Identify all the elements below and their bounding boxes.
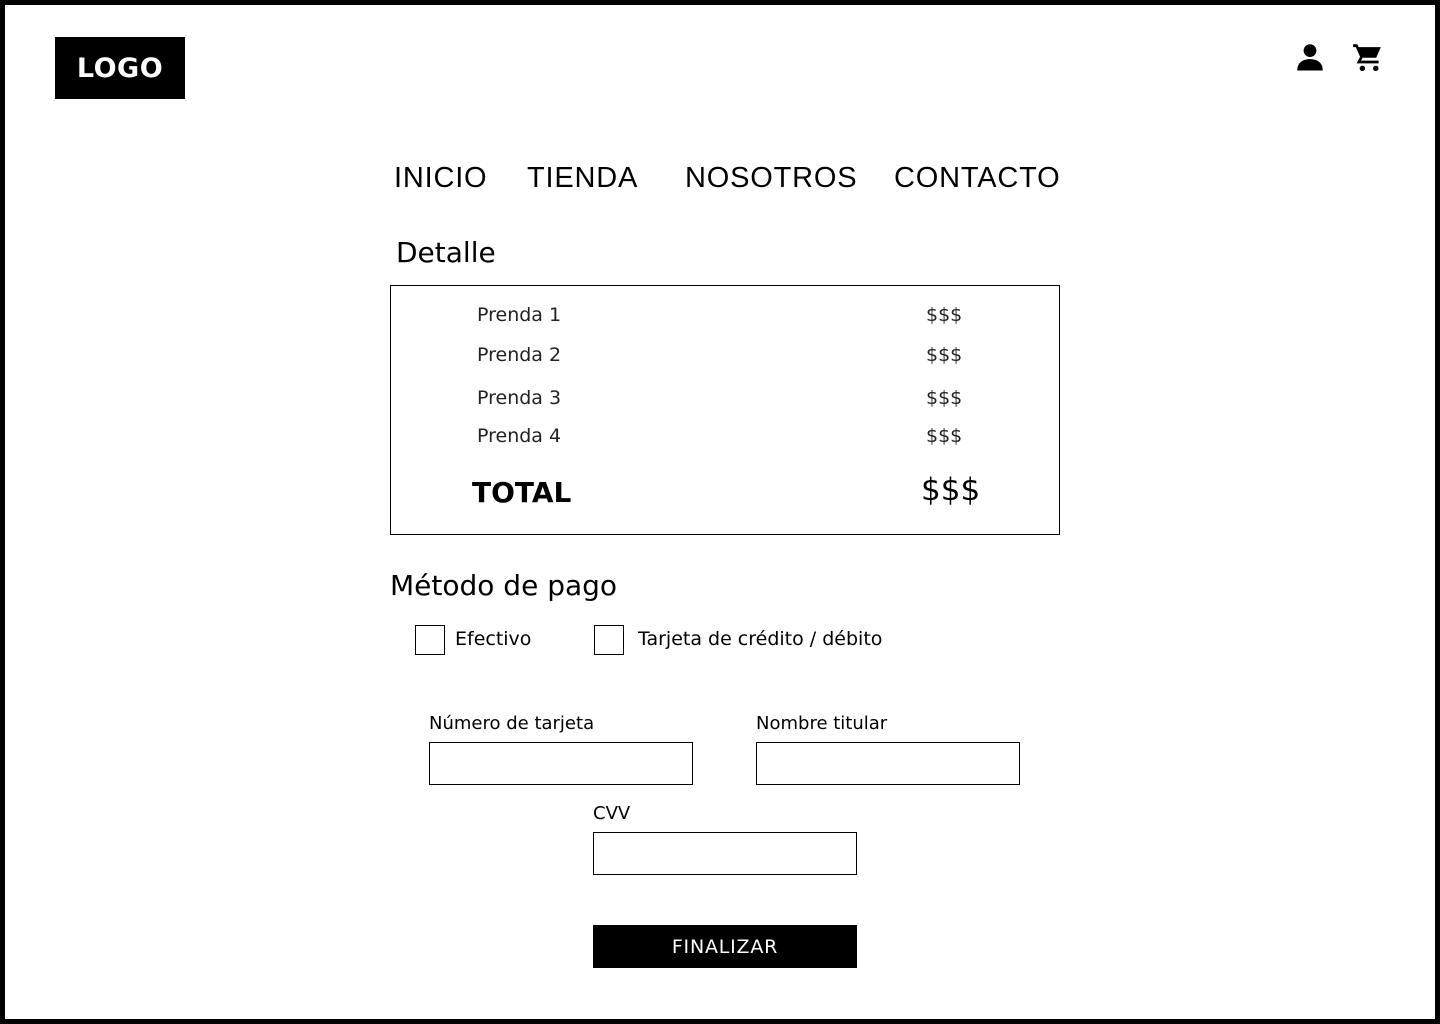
detail-summary-box: Prenda 1 $$$ Prenda 2 $$$ Prenda 3 $$$ P… — [390, 285, 1060, 535]
page-frame: LOGO INICIO TIENDA NOSOTROS CONTACTO Det… — [0, 0, 1440, 1024]
nav-item-contacto[interactable]: CONTACTO — [894, 162, 1060, 195]
finalize-button[interactable]: FINALIZAR — [593, 925, 857, 968]
user-icon[interactable] — [1292, 39, 1328, 75]
cash-checkbox[interactable] — [415, 625, 445, 655]
user-icon-glyph — [1297, 44, 1323, 71]
card-checkbox[interactable] — [594, 625, 624, 655]
cvv-input[interactable] — [593, 832, 857, 875]
total-label: TOTAL — [472, 476, 572, 509]
card-checkbox-label[interactable]: Tarjeta de crédito / débito — [638, 628, 882, 650]
holder-name-label: Nombre titular — [756, 713, 888, 734]
item-name-1: Prenda 1 — [477, 304, 562, 326]
nav-item-tienda[interactable]: TIENDA — [527, 162, 638, 195]
payment-method-title: Método de pago — [390, 569, 618, 602]
holder-name-input[interactable] — [756, 742, 1020, 785]
card-number-input[interactable] — [429, 742, 693, 785]
item-price-3: $$$ — [926, 387, 963, 409]
total-price: $$$ — [921, 472, 981, 508]
item-price-2: $$$ — [926, 344, 963, 366]
detail-title: Detalle — [396, 236, 496, 269]
cash-checkbox-label[interactable]: Efectivo — [455, 628, 531, 650]
cart-icon[interactable] — [1350, 39, 1386, 75]
nav-item-inicio[interactable]: INICIO — [394, 162, 487, 195]
logo[interactable]: LOGO — [55, 37, 185, 99]
item-name-3: Prenda 3 — [477, 387, 562, 409]
item-price-4: $$$ — [926, 425, 963, 447]
card-number-label: Número de tarjeta — [429, 713, 595, 734]
cart-icon-glyph — [1353, 44, 1381, 72]
nav-item-nosotros[interactable]: NOSOTROS — [685, 162, 857, 195]
cvv-label: CVV — [593, 803, 631, 824]
item-price-1: $$$ — [926, 304, 963, 326]
item-name-4: Prenda 4 — [477, 425, 562, 447]
item-name-2: Prenda 2 — [477, 344, 562, 366]
